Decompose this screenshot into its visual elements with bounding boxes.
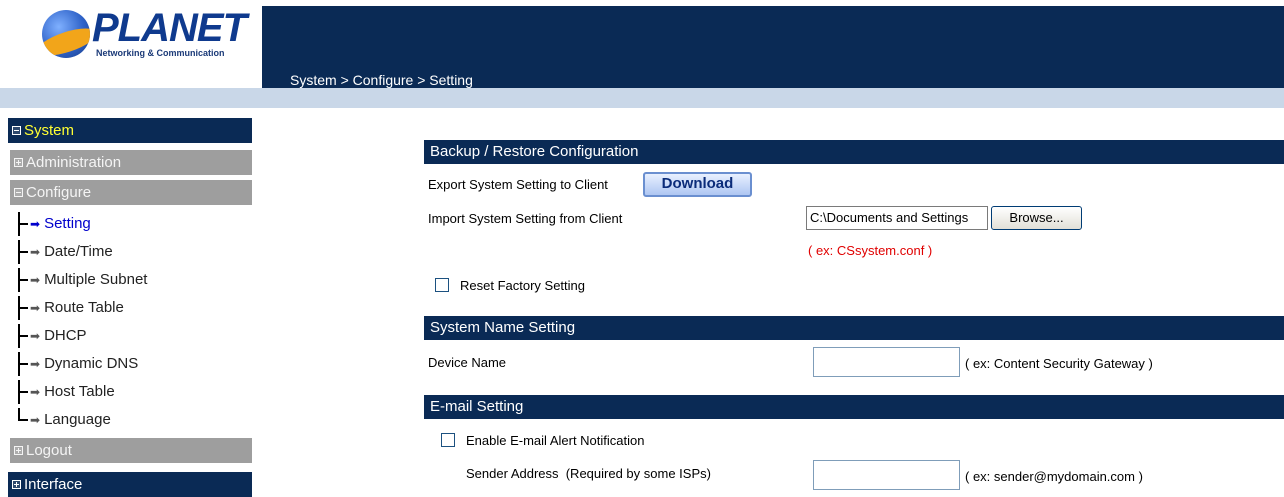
arrow-right-icon: ➡ xyxy=(30,329,41,343)
device-name-input[interactable] xyxy=(813,347,960,377)
sidebar-subitem-label: Setting xyxy=(44,215,91,232)
arrow-right-icon: ➡ xyxy=(30,385,41,399)
logo-text: PLANET xyxy=(92,6,247,50)
plus-icon xyxy=(12,480,21,489)
sidebar-subitem-route-table[interactable]: ➡ Route Table xyxy=(16,296,124,320)
logo-tagline: Networking & Communication xyxy=(96,48,225,58)
sidebar-subitem-label: Host Table xyxy=(44,383,115,400)
plus-icon xyxy=(14,158,23,167)
tree-connector xyxy=(16,296,30,320)
arrow-right-icon: ➡ xyxy=(30,217,41,231)
sidebar-subitem-setting[interactable]: ➡ Setting xyxy=(16,212,91,236)
tree-connector xyxy=(16,380,30,404)
minus-icon xyxy=(12,126,21,135)
sidebar-subitem-datetime[interactable]: ➡ Date/Time xyxy=(16,240,113,264)
minus-icon xyxy=(14,188,23,197)
tree-connector xyxy=(16,324,30,348)
download-button[interactable]: Download xyxy=(643,172,752,197)
file-example-hint: ( ex: CSsystem.conf ) xyxy=(808,243,933,258)
breadcrumb: System > Configure > Setting xyxy=(290,72,473,88)
plus-icon xyxy=(14,446,23,455)
sidebar-item-label: Administration xyxy=(26,154,122,171)
arrow-right-icon: ➡ xyxy=(30,245,41,259)
device-name-hint: ( ex: Content Security Gateway ) xyxy=(965,356,1153,371)
tree-connector xyxy=(16,212,30,236)
sidebar-subitem-label: DHCP xyxy=(44,327,87,344)
tree-connector xyxy=(16,268,30,292)
enable-email-alert-label: Enable E-mail Alert Notification xyxy=(466,433,645,448)
sidebar-subitem-label: Language xyxy=(44,411,111,428)
tree-connector xyxy=(16,240,30,264)
sidebar-item-label: Interface xyxy=(24,476,83,493)
sidebar-item-label: Configure xyxy=(26,184,92,201)
tree-connector xyxy=(16,352,30,376)
arrow-right-icon: ➡ xyxy=(30,413,41,427)
reset-factory-checkbox[interactable] xyxy=(435,278,449,292)
reset-factory-label: Reset Factory Setting xyxy=(460,278,585,293)
sidebar-item-label: System xyxy=(24,122,75,139)
planet-logo-icon xyxy=(42,10,90,58)
sidebar-subitem-label: Date/Time xyxy=(44,243,113,260)
enable-email-alert-checkbox[interactable] xyxy=(441,433,455,447)
sidebar-subitem-multiple-subnet[interactable]: ➡ Multiple Subnet xyxy=(16,268,147,292)
sidebar-subitem-dhcp[interactable]: ➡ DHCP xyxy=(16,324,87,348)
sidebar-item-system[interactable]: System xyxy=(8,118,252,143)
sidebar-item-configure[interactable]: Configure xyxy=(10,180,252,205)
sidebar-subitem-language[interactable]: ➡ Language xyxy=(16,408,111,432)
sender-address-hint: ( ex: sender@mydomain.com ) xyxy=(965,469,1143,484)
sidebar-subitem-label: Dynamic DNS xyxy=(44,355,139,372)
sidebar-item-administration[interactable]: Administration xyxy=(10,150,252,175)
tree-connector xyxy=(16,408,30,432)
arrow-right-icon: ➡ xyxy=(30,273,41,287)
sidebar-subitem-label: Route Table xyxy=(44,299,124,316)
arrow-right-icon: ➡ xyxy=(30,357,41,371)
sidebar-subitem-host-table[interactable]: ➡ Host Table xyxy=(16,380,115,404)
arrow-right-icon: ➡ xyxy=(30,301,41,315)
sidebar-item-label: Logout xyxy=(26,442,72,459)
file-path-input[interactable]: C:\Documents and Settings xyxy=(806,206,988,230)
sidebar-item-interface[interactable]: Interface xyxy=(8,472,252,497)
section-header-system-name: System Name Setting xyxy=(424,316,1284,340)
sidebar-subitem-dynamic-dns[interactable]: ➡ Dynamic DNS xyxy=(16,352,138,376)
sidebar-item-logout[interactable]: Logout xyxy=(10,438,252,463)
sender-address-input[interactable] xyxy=(813,460,960,490)
export-label: Export System Setting to Client xyxy=(428,177,608,192)
section-header-backup: Backup / Restore Configuration xyxy=(424,140,1284,164)
import-label: Import System Setting from Client xyxy=(428,211,623,226)
section-header-email: E-mail Setting xyxy=(424,395,1284,419)
header-stripe xyxy=(0,88,1284,108)
device-name-label: Device Name xyxy=(428,355,507,370)
sender-address-label: Sender Address (Required by some ISPs) xyxy=(466,466,711,481)
sidebar-subitem-label: Multiple Subnet xyxy=(44,271,148,288)
browse-button[interactable]: Browse... xyxy=(991,206,1082,230)
